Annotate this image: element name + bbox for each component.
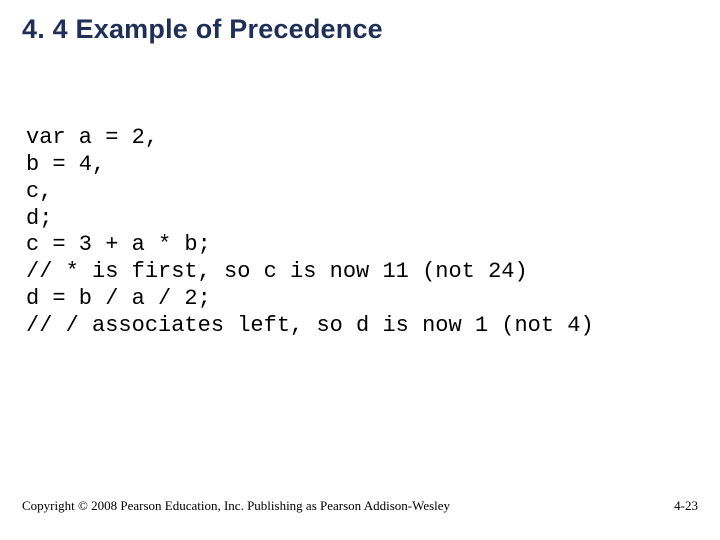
code-line: // / associates left, so d is now 1 (not… — [26, 313, 594, 338]
code-line: // * is first, so c is now 11 (not 24) — [26, 259, 528, 284]
code-line: c = 3 + a * b; — [26, 232, 211, 257]
code-line: c, — [26, 179, 52, 204]
code-line: d; — [26, 206, 52, 231]
slide-title: 4. 4 Example of Precedence — [22, 14, 698, 45]
code-line: d = b / a / 2; — [26, 286, 211, 311]
slide: 4. 4 Example of Precedence var a = 2, b … — [0, 0, 720, 540]
code-block: var a = 2, b = 4, c, d; c = 3 + a * b; /… — [26, 125, 698, 340]
footer: Copyright © 2008 Pearson Education, Inc.… — [22, 498, 698, 514]
code-line: b = 4, — [26, 152, 105, 177]
code-line: var a = 2, — [26, 125, 158, 150]
copyright-text: Copyright © 2008 Pearson Education, Inc.… — [22, 498, 450, 514]
page-number: 4-23 — [674, 498, 698, 514]
